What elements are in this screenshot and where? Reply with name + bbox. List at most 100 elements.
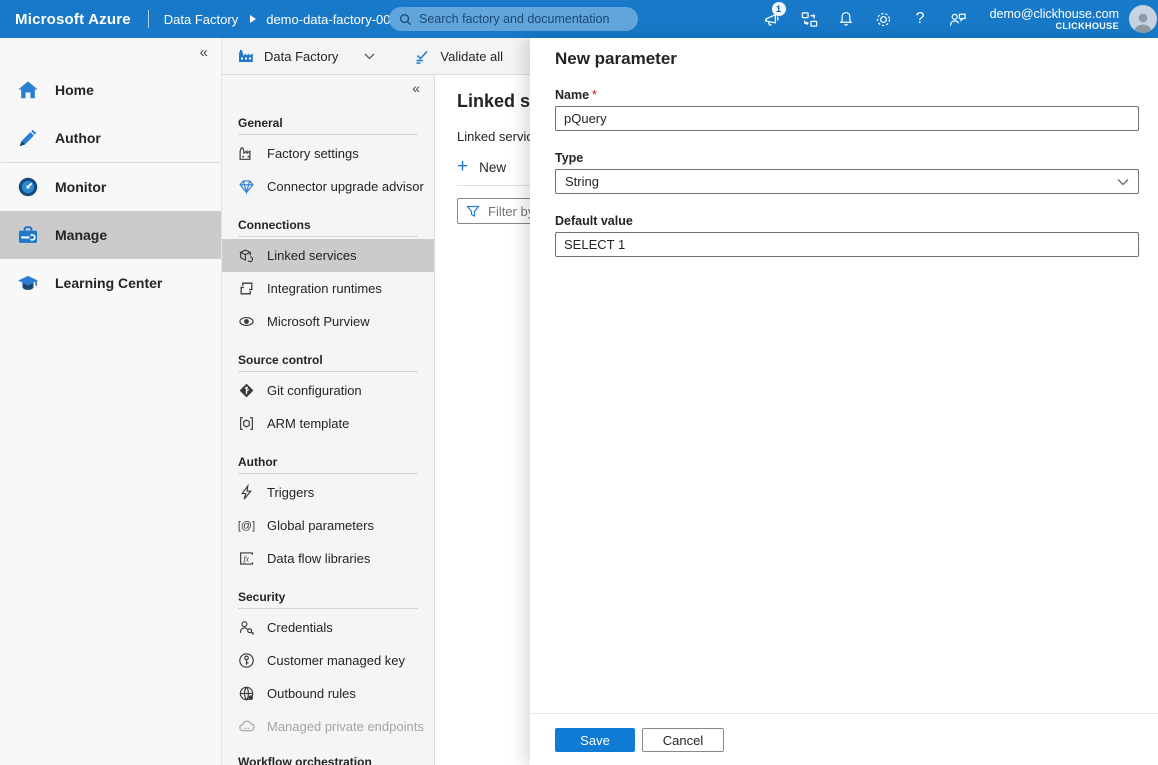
search-input[interactable] bbox=[419, 12, 630, 26]
gauge-icon bbox=[17, 176, 39, 198]
filter-funnel-icon bbox=[466, 204, 480, 218]
manage-item-factory-settings[interactable]: Factory settings bbox=[222, 137, 434, 170]
manage-item-label: Global parameters bbox=[267, 518, 374, 533]
avatar[interactable] bbox=[1129, 5, 1157, 33]
arm-template-icon bbox=[238, 415, 255, 432]
factory-menu-button[interactable]: Data Factory bbox=[237, 47, 338, 65]
manage-item-data-flow-libraries[interactable]: fx Data flow libraries bbox=[222, 542, 434, 575]
default-value-label: Default value bbox=[555, 214, 1139, 228]
manage-item-label: Customer managed key bbox=[267, 653, 405, 668]
breadcrumb-app[interactable]: Data Factory bbox=[164, 12, 238, 27]
type-select[interactable]: String bbox=[555, 169, 1139, 194]
notifications-bell-icon bbox=[837, 10, 855, 28]
sidebar-item-home[interactable]: Home bbox=[0, 66, 221, 114]
cloud-icon bbox=[238, 718, 255, 735]
chevron-down-icon[interactable] bbox=[364, 53, 375, 60]
default-value-field[interactable] bbox=[555, 232, 1139, 257]
manage-item-credentials[interactable]: Credentials bbox=[222, 611, 434, 644]
section-divider bbox=[238, 608, 418, 609]
section-header-connections: Connections bbox=[222, 215, 434, 233]
sidebar-item-label: Home bbox=[55, 82, 94, 98]
manage-item-label: Outbound rules bbox=[267, 686, 356, 701]
manage-item-triggers[interactable]: Triggers bbox=[222, 476, 434, 509]
section-divider bbox=[238, 134, 418, 135]
announcement-badge: 1 bbox=[772, 2, 786, 16]
manage-item-customer-managed-key[interactable]: Customer managed key bbox=[222, 644, 434, 677]
integration-runtime-icon bbox=[238, 280, 255, 297]
cancel-button[interactable]: Cancel bbox=[642, 728, 724, 752]
switch-directory-icon bbox=[800, 10, 819, 29]
notifications-button[interactable] bbox=[828, 0, 865, 38]
home-icon bbox=[17, 79, 39, 101]
topbar-divider bbox=[148, 10, 149, 28]
fx-library-icon: fx bbox=[238, 550, 255, 567]
feedback-button[interactable] bbox=[939, 0, 976, 38]
help-icon: ? bbox=[916, 10, 925, 28]
settings-gear-icon bbox=[874, 10, 893, 29]
section-header-source-control: Source control bbox=[222, 350, 434, 368]
section-divider bbox=[238, 473, 418, 474]
section-header-author: Author bbox=[222, 452, 434, 470]
new-button-label: New bbox=[479, 160, 506, 175]
linked-services-icon bbox=[238, 247, 255, 264]
feedback-icon bbox=[948, 10, 967, 29]
required-asterisk: * bbox=[592, 88, 597, 102]
section-divider bbox=[238, 236, 418, 237]
eye-icon bbox=[238, 313, 255, 330]
manage-item-managed-private-endpoints[interactable]: Managed private endpoints bbox=[222, 710, 434, 743]
pencil-icon bbox=[17, 127, 39, 149]
manage-nav: « General Factory settings Connector upg… bbox=[222, 75, 435, 765]
global-search bbox=[389, 7, 638, 31]
azure-top-bar: Microsoft Azure Data Factory demo-data-f… bbox=[0, 0, 1158, 38]
manage-item-integration-runtimes[interactable]: Integration runtimes bbox=[222, 272, 434, 305]
settings-button[interactable] bbox=[865, 0, 902, 38]
graduation-cap-icon bbox=[17, 272, 39, 294]
announcement-button[interactable]: 1 bbox=[754, 0, 791, 38]
git-diamond-icon bbox=[238, 382, 255, 399]
validate-all-button[interactable]: Validate all bbox=[414, 48, 503, 65]
sidebar-item-learning-center[interactable]: Learning Center bbox=[0, 259, 221, 307]
manage-item-label: Linked services bbox=[267, 248, 357, 263]
breadcrumb-factory[interactable]: demo-data-factory-00 bbox=[266, 12, 390, 27]
search-icon bbox=[399, 13, 412, 26]
panel-title: New parameter bbox=[555, 49, 1139, 69]
gem-icon bbox=[238, 178, 255, 195]
manage-item-git-configuration[interactable]: Git configuration bbox=[222, 374, 434, 407]
manage-item-global-parameters[interactable]: [@] Global parameters bbox=[222, 509, 434, 542]
manage-item-arm-template[interactable]: ARM template bbox=[222, 407, 434, 440]
manage-item-connector-upgrade-advisor[interactable]: Connector upgrade advisor bbox=[222, 170, 434, 203]
sidebar-item-author[interactable]: Author bbox=[0, 114, 221, 162]
sidebar-item-monitor[interactable]: Monitor bbox=[0, 163, 221, 211]
sidebar-item-label: Manage bbox=[55, 227, 107, 243]
sidebar-item-label: Author bbox=[55, 130, 101, 146]
manage-item-label: Triggers bbox=[267, 485, 314, 500]
account-menu[interactable]: demo@clickhouse.com CLICKHOUSE bbox=[990, 7, 1119, 32]
azure-brand[interactable]: Microsoft Azure bbox=[15, 11, 131, 28]
chevron-down-icon bbox=[1117, 178, 1129, 186]
type-label: Type bbox=[555, 151, 1139, 165]
validate-all-label: Validate all bbox=[440, 49, 503, 64]
save-button[interactable]: Save bbox=[555, 728, 635, 752]
sidebar-item-label: Monitor bbox=[55, 179, 106, 195]
switch-directory-button[interactable] bbox=[791, 0, 828, 38]
factory-menu-label: Data Factory bbox=[264, 49, 338, 64]
section-header-security: Security bbox=[222, 587, 434, 605]
panel-footer: Save Cancel bbox=[530, 713, 1158, 765]
manage-item-outbound-rules[interactable]: Outbound rules bbox=[222, 677, 434, 710]
new-parameter-panel: New parameter Name* Type String Default … bbox=[530, 38, 1158, 765]
factory-icon bbox=[237, 47, 255, 65]
manage-item-microsoft-purview[interactable]: Microsoft Purview bbox=[222, 305, 434, 338]
lightning-icon bbox=[238, 484, 255, 501]
account-email: demo@clickhouse.com bbox=[990, 7, 1119, 21]
name-field[interactable] bbox=[555, 106, 1139, 131]
sidebar-item-label: Learning Center bbox=[55, 275, 162, 291]
manage-nav-collapse-button[interactable]: « bbox=[222, 75, 434, 101]
validate-check-icon bbox=[414, 48, 431, 65]
left-nav-collapse-button[interactable]: « bbox=[0, 38, 221, 66]
help-button[interactable]: ? bbox=[902, 0, 939, 38]
manage-item-label: Credentials bbox=[267, 620, 333, 635]
manage-item-linked-services[interactable]: Linked services bbox=[222, 239, 434, 272]
sidebar-item-manage[interactable]: Manage bbox=[0, 211, 221, 259]
breadcrumb-caret-icon bbox=[249, 14, 257, 24]
svg-text:fx: fx bbox=[243, 555, 249, 564]
